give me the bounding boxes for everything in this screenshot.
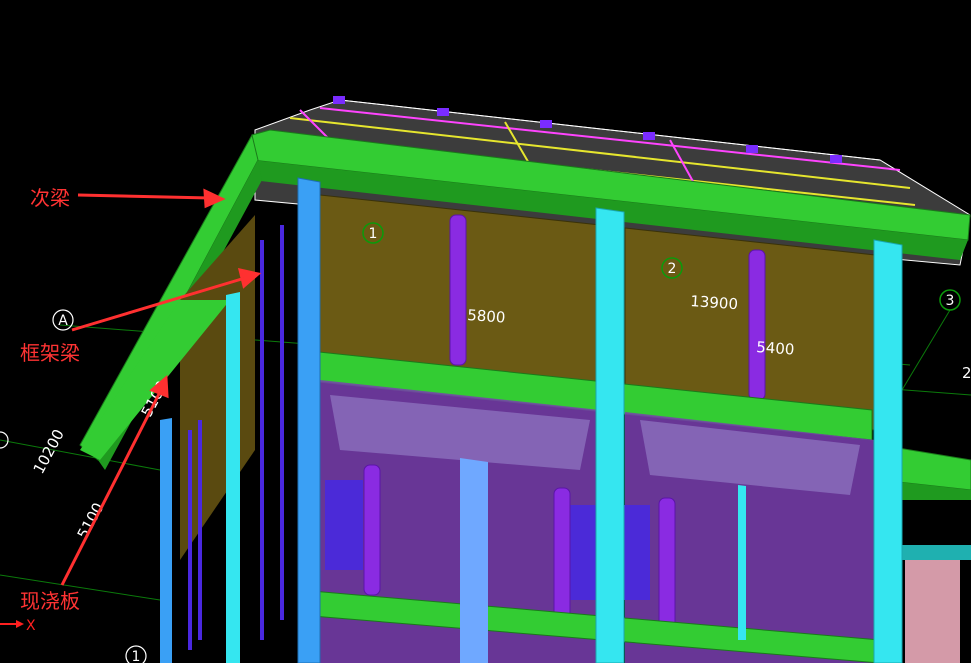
callout-secondary-beam: 次梁: [30, 186, 70, 210]
building-3d-viewport[interactable]: 1 2 3 A 1 5800 13900 5400 10200 5100 510…: [0, 0, 971, 663]
svg-text:A: A: [58, 313, 68, 329]
dimension-5400: 5400: [756, 338, 795, 359]
dimension-5800: 5800: [467, 306, 506, 327]
dimension-partial-right: 2: [962, 364, 971, 382]
callout-cast-slab: 现浇板: [20, 589, 80, 613]
svg-text:2: 2: [668, 261, 677, 277]
svg-text:1: 1: [132, 649, 141, 663]
svg-text:X: X: [26, 618, 36, 634]
dimension-13900: 13900: [690, 292, 739, 313]
svg-text:3: 3: [946, 293, 955, 309]
svg-text:1: 1: [369, 226, 378, 242]
callout-frame-beam: 框架梁: [20, 341, 80, 365]
